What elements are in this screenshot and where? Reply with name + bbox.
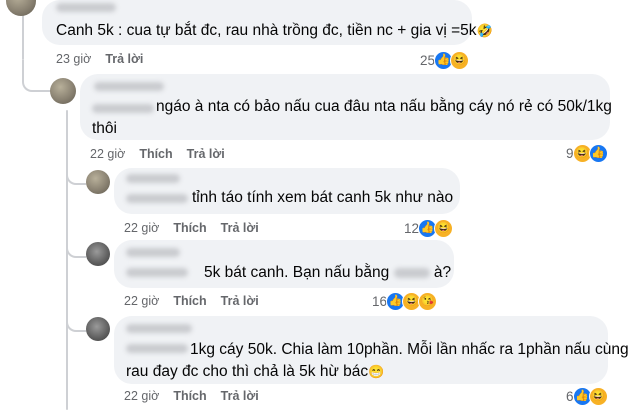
reaction-summary[interactable]: 12 👍 😆 [404,218,454,238]
comment-text-before: 5k bát canh. Bạn nấu bằng [204,264,390,281]
blurred-mention[interactable] [126,194,188,203]
thread-elbow [66,300,86,332]
blurred-word [393,267,430,278]
emoji-grin: 😁 [368,364,385,379]
blurred-author-name[interactable] [126,324,192,333]
thread-elbow [66,230,86,258]
comment-meta: 22 giờ Thích Trả lời [124,389,259,403]
comment-meta: 22 giờ Thích Trả lời [124,221,259,235]
avatar[interactable] [86,242,110,266]
blurred-mention[interactable] [126,344,188,353]
blurred-mention[interactable] [126,268,188,277]
comment-meta: 23 giờ Trả lời [56,52,143,66]
blurred-author-name[interactable] [126,248,180,257]
comment-text-line1: ngáo à nta có bảo nấu cua đâu nta nấu bằ… [156,98,612,115]
haha-icon: 😆 [588,386,608,406]
reply-button[interactable]: Trả lời [187,147,225,161]
comment-time[interactable]: 22 giờ [124,389,159,403]
comment-time[interactable]: 23 giờ [56,52,91,66]
thread-elbow [66,155,86,185]
reaction-summary[interactable]: 9 😆 👍 [566,143,608,163]
avatar[interactable] [6,0,36,16]
avatar[interactable] [86,170,110,194]
comment-text-line2: rau đay đc cho thì chả là 5k hừ bác😁 [126,360,384,384]
reaction-summary[interactable]: 6 👍 😆 [566,386,608,406]
comment-text-line1: 1kg cáy 50k. Chia làm 10phần. Mỗi lần nh… [190,341,629,358]
reply-button[interactable]: Trả lời [221,389,259,403]
comment-text: 5k bát canh. Bạn nấu bằng à? [204,261,451,285]
comment-time[interactable]: 22 giờ [124,294,159,308]
reply-button[interactable]: Trả lời [221,221,259,235]
comment-text-body: Canh 5k : cua tự bắt đc, rau nhà trồng đ… [56,22,477,39]
like-button[interactable]: Thích [139,147,172,161]
reaction-count: 12 [404,220,420,236]
comment-text-body: rau đay đc cho thì chả là 5k hừ bác [126,363,369,380]
blurred-author-name[interactable] [94,82,164,91]
like-button[interactable]: Thích [173,221,206,235]
comment-text-after: à? [433,264,452,281]
blurred-author-name[interactable] [126,174,180,183]
haha-icon: 😆 [434,218,454,238]
reaction-count: 25 [420,52,436,68]
comment-time[interactable]: 22 giờ [124,221,159,235]
reply-button[interactable]: Trả lời [105,52,143,66]
comment-text: Canh 5k : cua tự bắt đc, rau nhà trồng đ… [56,19,493,43]
emoji-rofl: 🤣 [476,23,493,38]
love-icon: 😘 [418,291,438,311]
blurred-mention[interactable] [92,104,154,113]
haha-icon: 😆 [450,50,470,70]
comment-meta: 22 giờ Thích Trả lời [90,147,225,161]
like-button[interactable]: Thích [173,294,206,308]
reaction-count: 16 [372,293,388,309]
reaction-summary[interactable]: 25 👍 😆 [420,50,470,70]
avatar[interactable] [50,78,76,104]
reply-button[interactable]: Trả lời [221,294,259,308]
comment-text: tỉnh táo tính xem bát canh 5k như nào [192,189,454,206]
blurred-author-name[interactable] [56,3,116,12]
comment-meta: 22 giờ Thích Trả lời [124,294,259,308]
avatar[interactable] [86,317,110,341]
comment-time[interactable]: 22 giờ [90,147,125,161]
like-icon: 👍 [588,143,608,163]
comment-text-line2: thôi [92,120,117,137]
like-button[interactable]: Thích [173,389,206,403]
thread-elbow [22,60,52,92]
reaction-summary[interactable]: 16 👍 😆 😘 [372,291,438,311]
